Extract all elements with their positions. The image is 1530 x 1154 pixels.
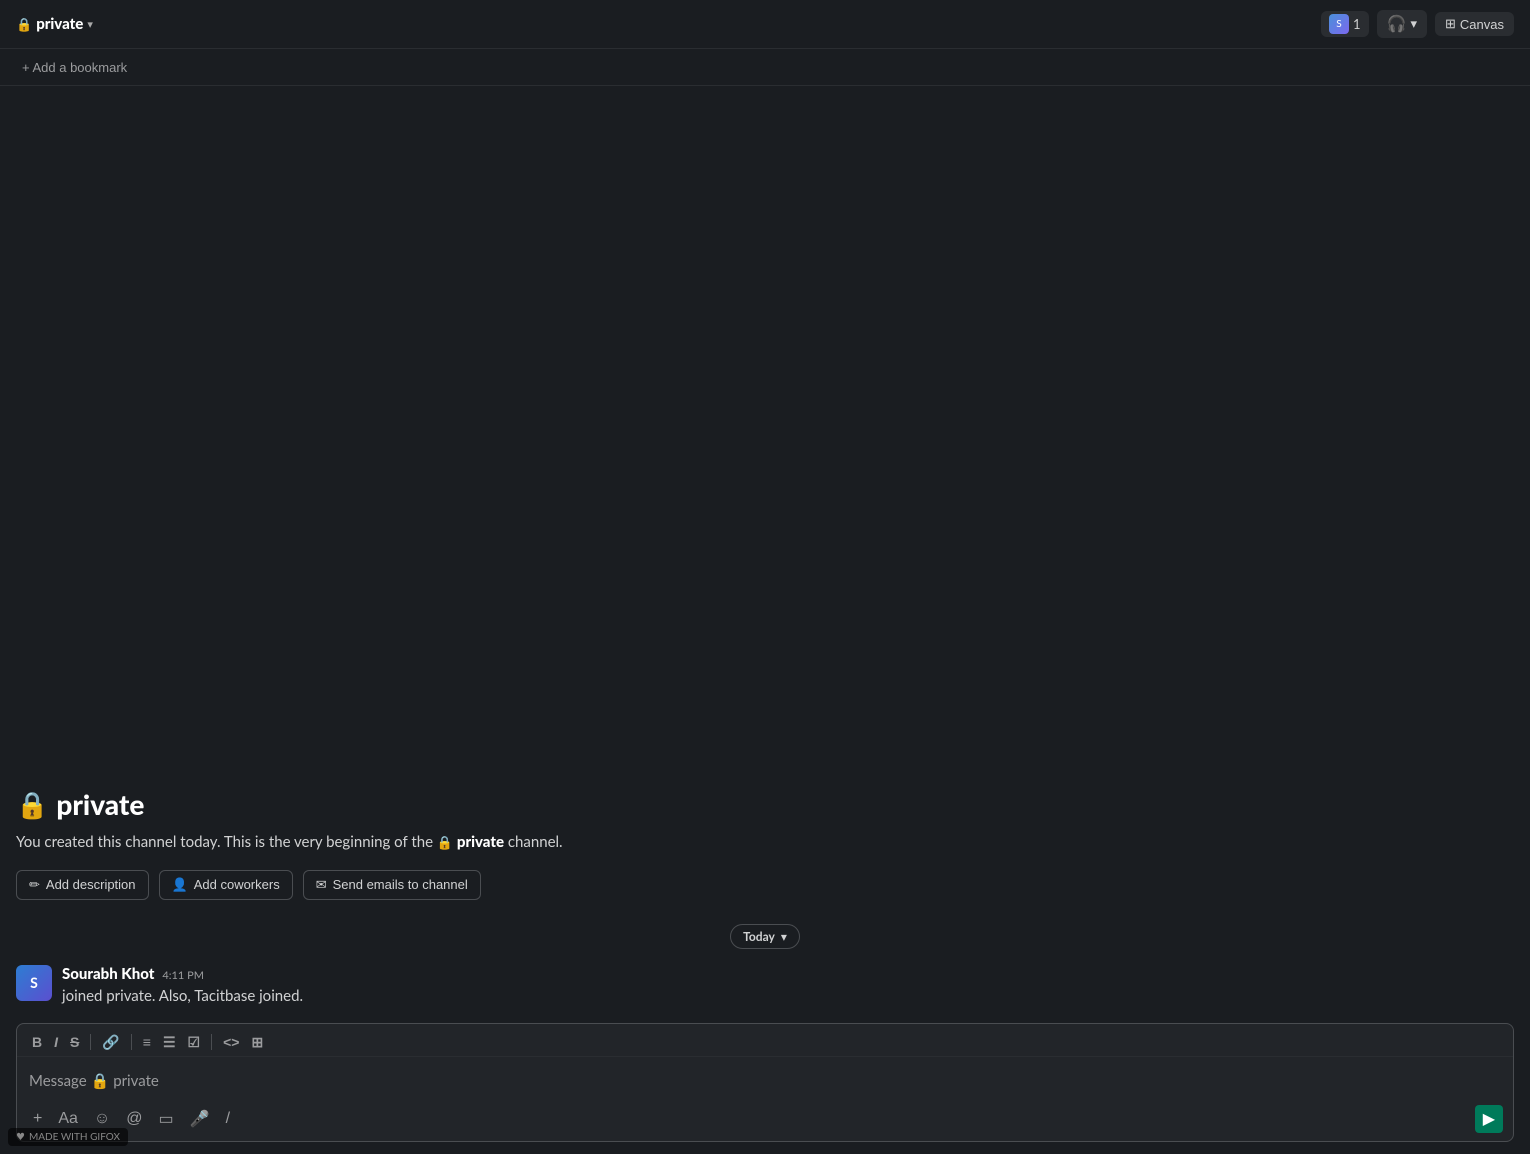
avatar-initial: S [1336, 18, 1341, 30]
add-bookmark-label: + Add a bookmark [22, 60, 127, 75]
ordered-list-icon: ≡ [143, 1034, 151, 1050]
emoji-icon: ☺ [94, 1110, 110, 1127]
channel-name-label: private [36, 15, 83, 33]
desc-prefix: You created this channel today. This is … [16, 833, 433, 851]
date-divider: Today ▾ [16, 912, 1514, 961]
chevron-down-icon: ▾ [1410, 16, 1417, 32]
member-count-label: 1 [1353, 16, 1361, 32]
channel-description: You created this channel today. This is … [16, 831, 1514, 854]
channel-title-text: private [56, 787, 144, 821]
strikethrough-icon: S [70, 1034, 79, 1050]
slash-icon: / [226, 1110, 230, 1127]
microphone-icon: 🎤 [190, 1111, 210, 1128]
lock-icon-inline: 🔒 [437, 834, 453, 850]
link-icon: 🔗 [102, 1034, 119, 1050]
bold-icon: B [32, 1034, 42, 1050]
channel-header: 🔒 private ▾ S 1 🎧 ▾ ⊞ Canvas [0, 0, 1530, 49]
message-author: Sourabh Khot [62, 965, 154, 983]
members-button[interactable]: S 1 [1321, 11, 1369, 37]
chevron-down-icon: ▾ [87, 18, 93, 31]
action-buttons: ✏ Add description 👤 Add coworkers ✉ Send… [16, 870, 1514, 900]
channel-name-button[interactable]: 🔒 private ▾ [16, 15, 93, 33]
add-description-label: Add description [46, 877, 136, 892]
toolbar-separator-3 [211, 1034, 212, 1050]
unordered-list-icon: ☰ [163, 1034, 176, 1050]
audio-button[interactable]: 🎤 [184, 1105, 216, 1133]
unordered-list-button[interactable]: ☰ [158, 1032, 181, 1052]
lock-icon-large: 🔒 [16, 788, 48, 821]
channel-name-inline: private [457, 833, 504, 851]
send-emails-label: Send emails to channel [333, 877, 468, 892]
heart-icon: ♥ [16, 1131, 25, 1143]
input-placeholder: Message [29, 1072, 87, 1090]
input-channel-ref: 🔒 private [91, 1072, 159, 1090]
envelope-icon: ✉ [316, 877, 327, 893]
send-emails-button[interactable]: ✉ Send emails to channel [303, 870, 481, 900]
message-header: Sourabh Khot 4:11 PM [62, 965, 1514, 983]
slash-command-button[interactable]: / [220, 1106, 236, 1132]
headphone-icon: 🎧 [1387, 14, 1407, 34]
send-icon: ▶ [1483, 1109, 1495, 1129]
header-left: 🔒 private ▾ [16, 15, 93, 33]
messages-area: 🔒 private You created this channel today… [0, 86, 1530, 1015]
italic-icon: I [54, 1034, 58, 1050]
canvas-icon: ⊞ [1445, 16, 1456, 32]
media-button[interactable]: ▭ [153, 1105, 180, 1133]
link-button[interactable]: 🔗 [97, 1032, 124, 1052]
bold-button[interactable]: B [27, 1032, 47, 1052]
huddle-button[interactable]: 🎧 ▾ [1377, 10, 1427, 38]
lock-icon: 🔒 [16, 16, 32, 33]
input-toolbar: B I S 🔗 ≡ ☰ ☑ <> [17, 1024, 1513, 1057]
add-description-button[interactable]: ✏ Add description [16, 870, 149, 900]
avatar: S [16, 965, 52, 1001]
code-icon: <> [223, 1034, 239, 1050]
code-block-icon: ⊞ [251, 1034, 263, 1050]
strikethrough-button[interactable]: S [65, 1032, 84, 1052]
date-label: Today [743, 929, 775, 944]
avatar: S [1329, 14, 1349, 34]
message-input-field[interactable]: Message 🔒 private [17, 1057, 1513, 1101]
gifox-badge: ♥ MADE WITH GIFOX [8, 1128, 128, 1146]
message-row: S Sourabh Khot 4:11 PM joined private. A… [16, 961, 1514, 1012]
bookmark-bar: + Add a bookmark [0, 49, 1530, 86]
chevron-down-icon: ▾ [781, 929, 787, 944]
channel-welcome: 🔒 private You created this channel today… [16, 771, 1514, 912]
input-bottom-toolbar: + Aa ☺ @ ▭ 🎤 / [17, 1101, 1513, 1141]
add-bookmark-button[interactable]: + Add a bookmark [16, 58, 133, 77]
message-time: 4:11 PM [162, 969, 204, 982]
avatar-initial: S [30, 974, 38, 991]
canvas-label: Canvas [1460, 17, 1504, 32]
code-button[interactable]: <> [218, 1032, 244, 1052]
italic-button[interactable]: I [49, 1032, 63, 1052]
code-block-button[interactable]: ⊞ [246, 1032, 268, 1052]
toolbar-separator-2 [131, 1034, 132, 1050]
person-icon: 👤 [172, 877, 188, 893]
canvas-button[interactable]: ⊞ Canvas [1435, 12, 1514, 36]
message-input-area: B I S 🔗 ≡ ☰ ☑ <> [16, 1023, 1514, 1142]
add-coworkers-button[interactable]: 👤 Add coworkers [159, 870, 293, 900]
checklist-button[interactable]: ☑ [183, 1032, 206, 1052]
toolbar-separator [90, 1034, 91, 1050]
header-right: S 1 🎧 ▾ ⊞ Canvas [1321, 10, 1514, 38]
checklist-icon: ☑ [188, 1034, 201, 1050]
send-button[interactable]: ▶ [1475, 1105, 1503, 1133]
text-format-icon: Aa [58, 1110, 78, 1127]
add-coworkers-label: Add coworkers [194, 877, 280, 892]
pencil-icon: ✏ [29, 877, 40, 893]
media-icon: ▭ [159, 1111, 174, 1128]
message-body: Sourabh Khot 4:11 PM joined private. Als… [62, 965, 1514, 1008]
main-content: 🔒 private You created this channel today… [0, 86, 1530, 1154]
gifox-label: MADE WITH GIFOX [29, 1131, 120, 1143]
plus-icon: + [33, 1110, 42, 1127]
channel-title: 🔒 private [16, 787, 1514, 821]
date-pill-button[interactable]: Today ▾ [730, 924, 800, 949]
ordered-list-button[interactable]: ≡ [138, 1032, 156, 1052]
desc-suffix: channel. [508, 833, 563, 851]
at-icon: @ [126, 1110, 142, 1127]
message-text: joined private. Also, Tacitbase joined. [62, 985, 1514, 1008]
